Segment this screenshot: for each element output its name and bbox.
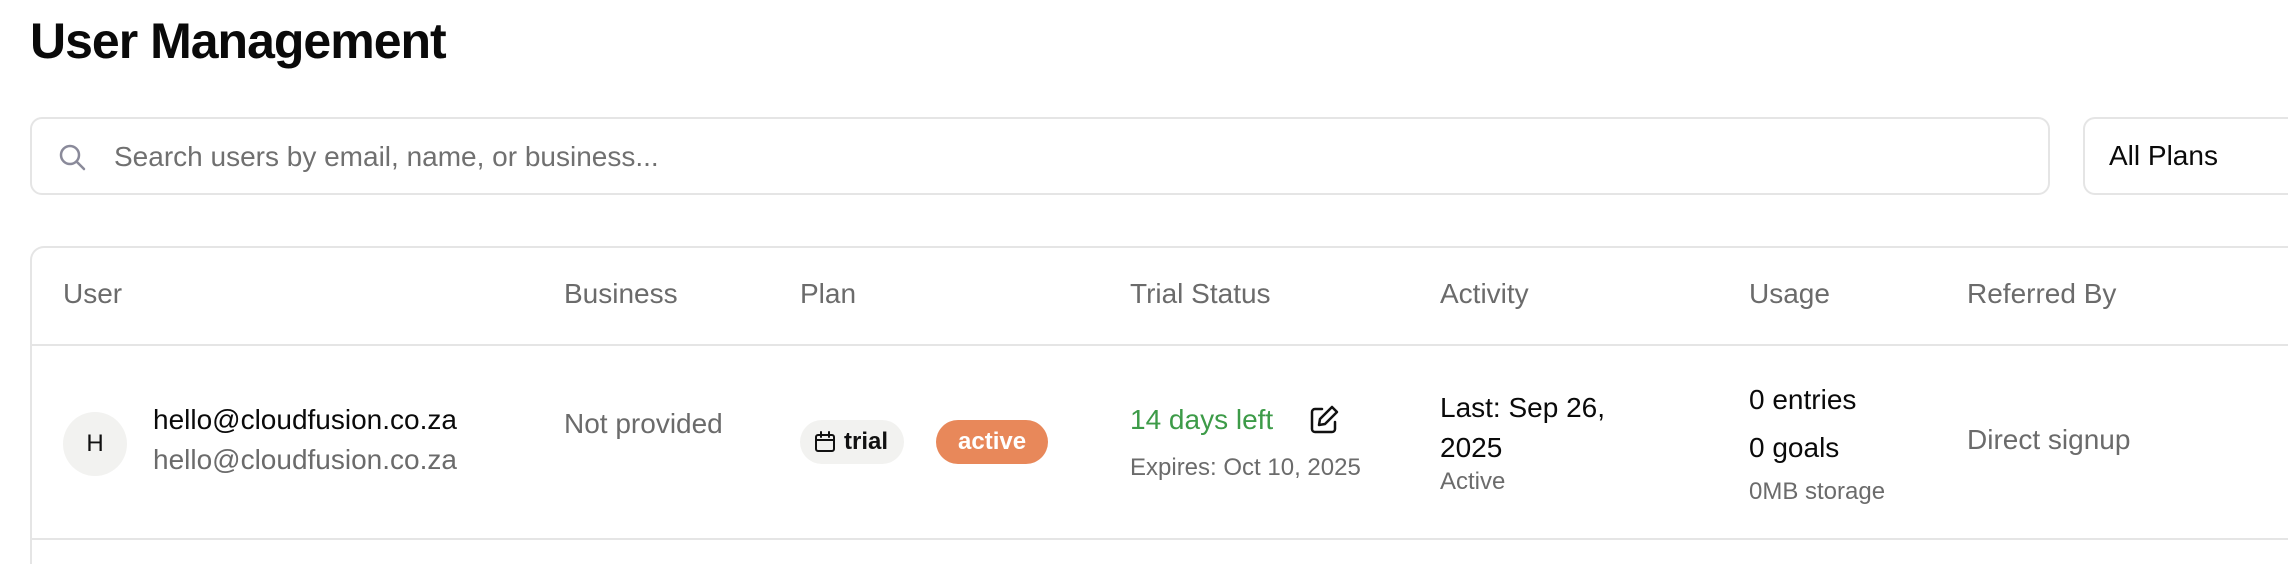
user-secondary-email: hello@cloudfusion.co.za <box>153 444 457 475</box>
column-header-usage[interactable]: Usage <box>1749 278 1830 310</box>
plan-badge-label: trial <box>844 428 889 455</box>
avatar: H <box>63 412 127 476</box>
referred-by-value: Direct signup <box>1967 424 2131 455</box>
activity-status: Active <box>1440 468 1506 495</box>
column-header-business[interactable]: Business <box>564 278 678 310</box>
column-header-trial-status[interactable]: Trial Status <box>1130 278 1271 310</box>
user-management-page: User Management All Plans User Business … <box>0 0 2288 564</box>
usage-entries: 0 entries <box>1749 384 1857 415</box>
column-header-activity[interactable]: Activity <box>1440 278 1529 310</box>
business-value: Not provided <box>564 408 723 439</box>
activity-last-seen: Last: Sep 26, 2025 <box>1440 392 1606 463</box>
usage-goals: 0 goals <box>1749 432 1840 463</box>
edit-icon[interactable] <box>1308 404 1340 436</box>
calendar-icon <box>815 431 835 452</box>
search-box[interactable] <box>30 117 2050 195</box>
column-header-referred-by[interactable]: Referred By <box>1967 278 2116 310</box>
plan-filter-select[interactable]: All Plans <box>2083 117 2288 195</box>
table-header-row: User Business Plan Trial Status Activity… <box>32 248 2288 346</box>
column-header-plan[interactable]: Plan <box>800 278 856 310</box>
trial-days-left: 14 days left <box>1130 404 1274 435</box>
usage-storage: 0MB storage <box>1749 478 1886 505</box>
users-table: User Business Plan Trial Status Activity… <box>30 246 2288 564</box>
table-row[interactable]: H hello@cloudfusion.co.za hello@cloudfus… <box>32 346 2288 540</box>
search-icon <box>59 144 86 171</box>
plan-badge: trial <box>800 420 905 464</box>
user-email: hello@cloudfusion.co.za <box>153 404 457 435</box>
trial-expires: Expires: Oct 10, 2025 <box>1130 454 1361 481</box>
status-badge: active <box>936 420 1049 464</box>
search-input[interactable] <box>112 119 2016 195</box>
page-title: User Management <box>30 13 447 69</box>
column-header-user[interactable]: User <box>63 278 122 310</box>
